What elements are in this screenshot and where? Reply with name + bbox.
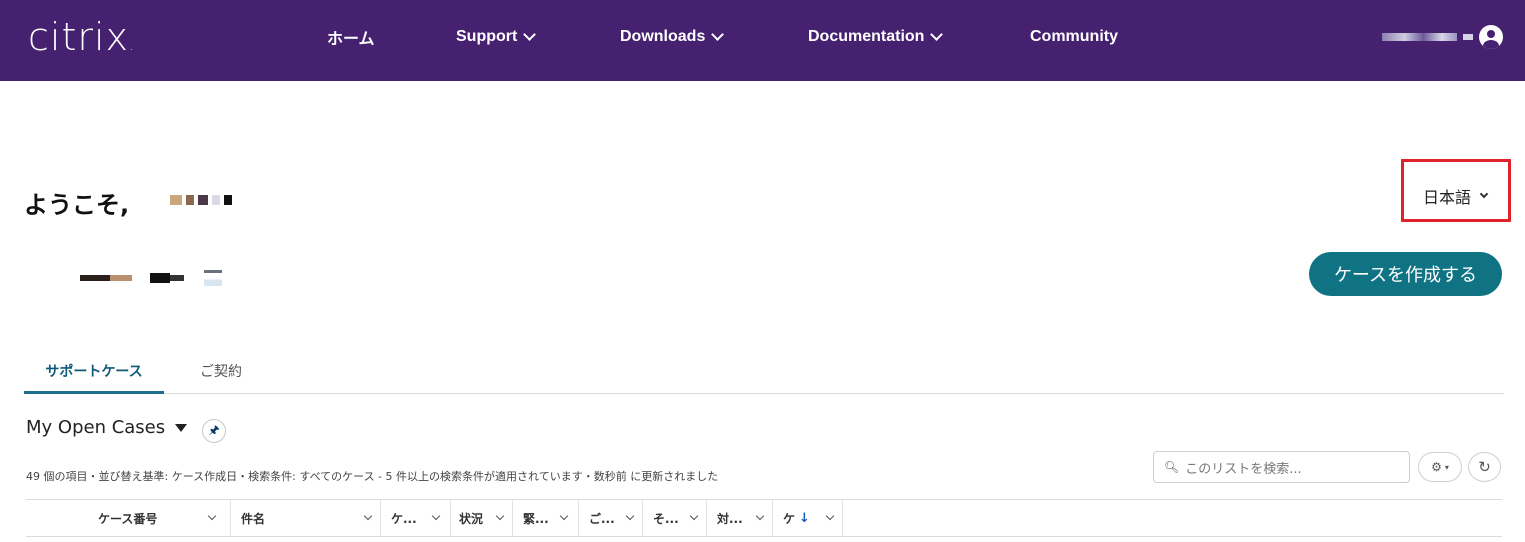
chevron-down-icon — [711, 28, 725, 41]
chevron-down-icon[interactable] — [755, 511, 765, 521]
top-navigation-bar: citrix. ホーム Support Downloads Documentat… — [0, 0, 1525, 81]
search-placeholder: このリストを検索... — [1185, 461, 1302, 477]
redacted-user-name — [170, 195, 232, 205]
nav-documentation-label: Documentation — [808, 28, 925, 45]
column-header-7[interactable]: そ... — [643, 500, 707, 536]
nav-home-label: ホーム — [327, 31, 375, 48]
refresh-button[interactable]: ↻ — [1468, 452, 1501, 482]
tab-support-cases[interactable]: サポートケース — [24, 360, 164, 394]
search-icon: 🔍︎ — [1164, 460, 1180, 474]
column-label-wrap: ケ ↓ — [783, 510, 810, 527]
redacted-account-info — [80, 270, 222, 286]
chevron-down-icon[interactable] — [431, 511, 441, 521]
user-avatar-icon[interactable] — [1479, 25, 1503, 49]
nav-support[interactable]: Support — [456, 26, 537, 48]
column-header-case-number[interactable]: ケース番号 — [26, 500, 231, 536]
nav-community-label: Community — [1030, 28, 1118, 45]
caret-down-icon — [175, 423, 188, 432]
chevron-down-icon — [930, 28, 944, 41]
column-header-8[interactable]: 対... — [707, 500, 773, 536]
tab-bar: サポートケース ご契約 — [24, 360, 1504, 394]
chevron-down-icon[interactable] — [625, 511, 635, 521]
pin-icon: 🖈︎ — [208, 422, 220, 437]
user-menu[interactable] — [1382, 25, 1503, 49]
redacted-username-suffix — [1463, 34, 1473, 40]
pin-list-button[interactable]: 🖈︎ — [202, 419, 226, 443]
list-view-selector[interactable]: My Open Cases — [26, 417, 188, 438]
column-label: 件名 — [241, 511, 266, 526]
gear-icon: ⚙ — [1431, 460, 1442, 474]
chevron-down-icon[interactable] — [825, 511, 835, 521]
column-header-6[interactable]: ご... — [579, 500, 643, 536]
column-header-3[interactable]: ケ... — [381, 500, 451, 536]
logo-text: citrix — [28, 15, 130, 59]
nav-downloads-label: Downloads — [620, 28, 706, 45]
citrix-logo[interactable]: citrix. — [28, 16, 134, 67]
list-search-input[interactable]: 🔍︎ このリストを検索... — [1153, 451, 1410, 483]
list-settings-button[interactable]: ⚙ ▾ — [1418, 452, 1462, 482]
create-case-button[interactable]: ケースを作成する — [1309, 252, 1502, 296]
column-label: ケ... — [391, 511, 417, 526]
refresh-icon: ↻ — [1478, 458, 1491, 476]
chevron-down-icon[interactable] — [363, 511, 373, 521]
column-header-subject[interactable]: 件名 — [231, 500, 381, 536]
chevron-down-icon — [523, 28, 537, 41]
chevron-down-icon[interactable] — [207, 511, 217, 521]
column-header-9[interactable]: ケ ↓ — [773, 500, 843, 536]
column-label: そ... — [653, 511, 679, 526]
nav-home[interactable]: ホーム — [327, 26, 375, 48]
logo-dot: . — [129, 38, 135, 54]
redacted-username — [1382, 33, 1457, 41]
nav-documentation[interactable]: Documentation — [808, 26, 944, 48]
list-view-title: My Open Cases — [26, 417, 166, 438]
chevron-down-icon[interactable] — [495, 511, 505, 521]
sort-desc-icon: ↓ — [799, 510, 810, 526]
column-header-status[interactable]: 状況 — [451, 500, 513, 536]
table-header: ケース番号 件名 ケ... 状況 緊... ご... そ... 対... ケ ↓ — [26, 499, 1502, 537]
list-summary: 49 個の項目・並び替え基準: ケース作成日・検索条件: すべてのケース - 5… — [26, 470, 719, 483]
nav-community[interactable]: Community — [1030, 26, 1118, 48]
column-label: ケース番号 — [98, 511, 158, 526]
nav-downloads[interactable]: Downloads — [620, 26, 725, 48]
column-label: 状況 — [459, 511, 484, 526]
chevron-down-icon[interactable] — [559, 511, 569, 521]
column-label: ご... — [589, 511, 615, 526]
nav-support-label: Support — [456, 28, 518, 45]
language-selector[interactable]: 日本語 — [1423, 184, 1489, 208]
chevron-down-icon[interactable] — [689, 511, 699, 521]
welcome-heading: ようこそ, — [24, 191, 130, 219]
language-label: 日本語 — [1423, 188, 1472, 207]
column-label: ケ — [783, 511, 796, 526]
chevron-down-icon — [1479, 189, 1489, 199]
column-label: 緊... — [523, 511, 549, 526]
column-label: 対... — [717, 511, 743, 526]
caret-down-icon: ▾ — [1444, 462, 1449, 472]
column-header-5[interactable]: 緊... — [513, 500, 579, 536]
tab-contracts[interactable]: ご契約 — [200, 360, 242, 394]
